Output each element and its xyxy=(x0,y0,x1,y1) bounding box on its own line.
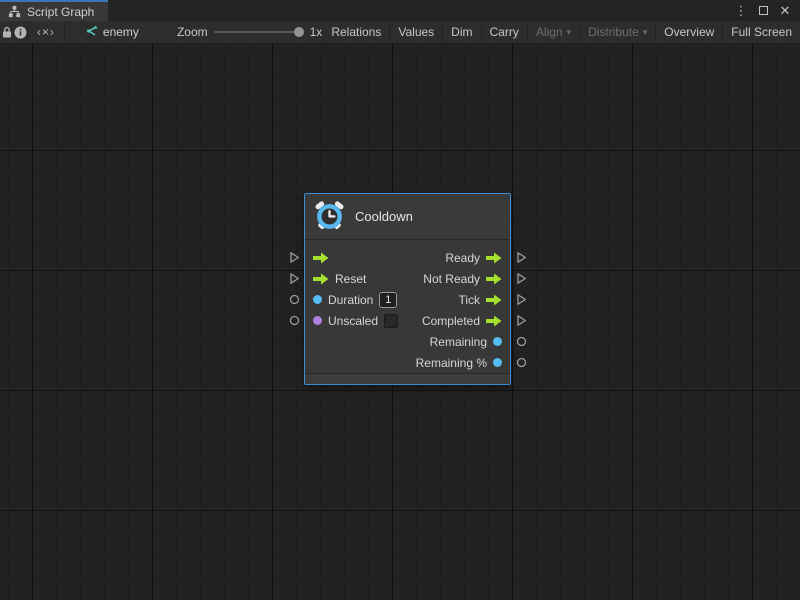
flow-input-port[interactable] xyxy=(286,268,302,289)
window-menu-icon[interactable]: ⋮ xyxy=(732,2,750,20)
port-label: Completed xyxy=(422,314,480,328)
tick-port[interactable]: Tick xyxy=(458,293,502,307)
button-label: Relations xyxy=(331,25,381,39)
zoom-slider[interactable] xyxy=(214,31,304,33)
port-label: Tick xyxy=(458,293,480,307)
flow-in-port[interactable] xyxy=(313,252,329,264)
value-output-port[interactable] xyxy=(513,352,529,373)
port-label: Not Ready xyxy=(423,272,480,286)
port-label: Unscaled xyxy=(328,314,378,328)
port-row: Ready xyxy=(305,247,510,268)
port-row: Duration Tick xyxy=(305,289,510,310)
relations-button[interactable]: Relations xyxy=(322,21,389,44)
cooldown-node[interactable]: Cooldown Ready Reset xyxy=(304,193,511,385)
duration-input[interactable] xyxy=(379,292,397,308)
zoom-slider-handle[interactable] xyxy=(294,27,304,37)
value-dot-icon xyxy=(313,316,322,325)
alarm-clock-icon xyxy=(314,200,345,234)
button-label: Overview xyxy=(664,25,714,39)
tab-label: Script Graph xyxy=(27,5,94,19)
button-label: Values xyxy=(398,25,434,39)
node-body: Ready Reset Not Ready xyxy=(305,240,510,373)
flow-output-port[interactable] xyxy=(513,310,529,331)
port-label: Ready xyxy=(445,251,480,265)
empty-slot xyxy=(286,352,302,373)
carry-button[interactable]: Carry xyxy=(481,21,527,44)
info-icon[interactable] xyxy=(13,21,26,44)
not-ready-port[interactable]: Not Ready xyxy=(423,272,502,286)
graph-hierarchy-icon xyxy=(8,5,21,18)
port-row: Reset Not Ready xyxy=(305,268,510,289)
port-row: Remaining % xyxy=(305,352,510,373)
distribute-button[interactable]: Distribute ▾ xyxy=(579,21,655,44)
external-output-ports xyxy=(513,247,529,385)
port-row: Unscaled Completed xyxy=(305,310,510,331)
zoom-value: 1x xyxy=(310,25,323,39)
flow-output-port[interactable] xyxy=(513,247,529,268)
button-label: Dim xyxy=(451,25,472,39)
flow-arrow-icon xyxy=(313,273,329,285)
port-row: Remaining xyxy=(305,331,510,352)
flow-arrow-icon xyxy=(486,294,502,306)
flow-output-port[interactable] xyxy=(513,289,529,310)
port-label: Duration xyxy=(328,293,373,307)
button-label: Align xyxy=(536,25,563,39)
toolbar-separator xyxy=(64,21,65,44)
title-bar: Script Graph ⋮ ✕ xyxy=(0,0,800,21)
value-dot-icon xyxy=(493,358,502,367)
maximize-icon[interactable] xyxy=(754,2,772,20)
value-input-port[interactable] xyxy=(286,289,302,310)
unscaled-port[interactable]: Unscaled xyxy=(313,314,398,328)
remaining-percent-port[interactable]: Remaining % xyxy=(416,356,502,370)
graph-canvas[interactable]: Cooldown Ready Reset xyxy=(0,44,800,600)
close-icon[interactable]: ✕ xyxy=(776,2,794,20)
flow-input-port[interactable] xyxy=(286,247,302,268)
cooldown-node-group: Cooldown Ready Reset xyxy=(286,193,529,385)
value-dot-icon xyxy=(313,295,322,304)
completed-port[interactable]: Completed xyxy=(422,314,502,328)
values-button[interactable]: Values xyxy=(389,21,442,44)
tab-script-graph[interactable]: Script Graph xyxy=(0,0,108,21)
ready-port[interactable]: Ready xyxy=(445,251,502,265)
unscaled-checkbox[interactable] xyxy=(384,314,398,328)
flow-output-port[interactable] xyxy=(513,268,529,289)
breadcrumb-label: enemy xyxy=(103,25,139,39)
align-button[interactable]: Align ▾ xyxy=(527,21,579,44)
reset-port[interactable]: Reset xyxy=(313,272,366,286)
overview-button[interactable]: Overview xyxy=(655,21,722,44)
value-input-port[interactable] xyxy=(286,310,302,331)
flow-arrow-icon xyxy=(486,315,502,327)
duration-port[interactable]: Duration xyxy=(313,292,397,308)
node-header[interactable]: Cooldown xyxy=(305,194,510,240)
empty-slot xyxy=(286,331,302,352)
flow-arrow-icon xyxy=(313,252,329,264)
code-preview-toggle[interactable]: ‹×› xyxy=(27,25,64,39)
button-label: Distribute xyxy=(588,25,639,39)
node-footer xyxy=(305,373,510,384)
value-output-port[interactable] xyxy=(513,331,529,352)
button-label: Carry xyxy=(490,25,519,39)
node-title: Cooldown xyxy=(355,209,413,224)
flow-arrow-icon xyxy=(486,273,502,285)
full-screen-button[interactable]: Full Screen xyxy=(722,21,800,44)
external-input-ports xyxy=(286,247,302,385)
dim-button[interactable]: Dim xyxy=(442,21,480,44)
breadcrumb-graph[interactable]: enemy xyxy=(75,25,149,40)
chevron-down-icon: ▾ xyxy=(567,28,572,37)
remaining-port[interactable]: Remaining xyxy=(430,335,502,349)
graph-edge-icon xyxy=(85,25,98,40)
chevron-down-icon: ▾ xyxy=(643,28,648,37)
button-label: Full Screen xyxy=(731,25,792,39)
lock-icon[interactable] xyxy=(0,21,13,44)
value-dot-icon xyxy=(493,337,502,346)
maximize-box xyxy=(759,6,768,15)
zoom-label: Zoom xyxy=(177,25,208,39)
port-label: Remaining % xyxy=(416,356,487,370)
flow-arrow-icon xyxy=(486,252,502,264)
port-label: Remaining xyxy=(430,335,487,349)
graph-toolbar: ‹×› enemy Zoom 1x Relations Values Dim C… xyxy=(0,21,800,44)
port-label: Reset xyxy=(335,272,366,286)
